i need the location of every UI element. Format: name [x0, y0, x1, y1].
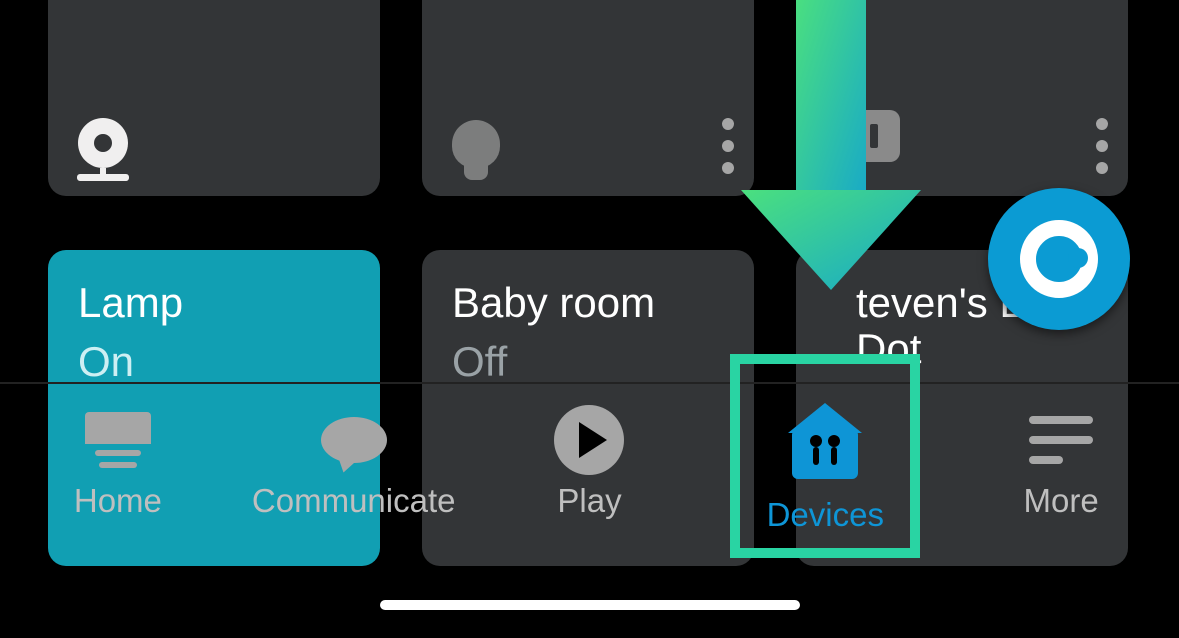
nav-more[interactable]: More: [943, 384, 1179, 582]
nav-label-play: Play: [557, 482, 621, 520]
bottom-nav: Home Communicate Play Devices: [0, 382, 1179, 582]
device-status: On: [78, 338, 134, 386]
nav-label-devices: Devices: [767, 496, 884, 534]
nav-play[interactable]: Play: [472, 384, 708, 582]
device-card-plug-off[interactable]: ff: [796, 0, 1128, 196]
nav-label-communicate: Communicate: [252, 482, 456, 520]
devices-house-icon: [792, 418, 858, 490]
nav-home[interactable]: Home: [0, 384, 236, 582]
alexa-ring-icon: [1020, 220, 1098, 298]
home-indicator: [380, 600, 800, 610]
echo-icon: [85, 404, 151, 476]
nav-communicate[interactable]: Communicate: [236, 384, 472, 582]
plug-icon: [826, 110, 900, 162]
speech-bubble-icon: [321, 404, 387, 476]
device-name: Lamp: [78, 280, 183, 326]
kebab-menu-icon[interactable]: [1096, 118, 1108, 174]
device-status: Off: [452, 338, 507, 386]
device-name: Baby room: [452, 280, 655, 326]
hamburger-icon: [1029, 404, 1093, 476]
bulb-icon: [452, 120, 500, 168]
play-icon: [554, 404, 624, 476]
nav-devices[interactable]: Devices: [707, 384, 943, 582]
device-card-camera[interactable]: [48, 0, 380, 196]
device-card-light-off[interactable]: [422, 0, 754, 196]
nav-label-more: More: [1023, 482, 1098, 520]
kebab-menu-icon[interactable]: [722, 118, 734, 174]
alexa-voice-button[interactable]: [988, 188, 1130, 330]
nav-label-home: Home: [74, 482, 162, 520]
camera-icon: [78, 118, 128, 168]
